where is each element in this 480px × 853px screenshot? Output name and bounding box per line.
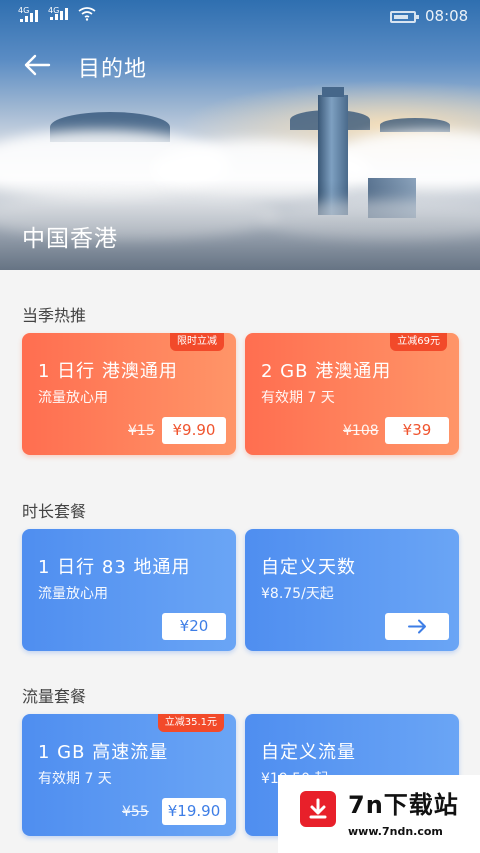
- section-title-season: 当季热推: [22, 306, 87, 325]
- destination-name: 中国香港: [22, 226, 118, 252]
- download-icon: [300, 791, 336, 827]
- discount-badge: 限时立减: [170, 333, 224, 351]
- original-price: ¥108: [343, 423, 379, 439]
- package-title: 自定义天数: [261, 557, 356, 578]
- battery-icon: [390, 11, 419, 23]
- package-card[interactable]: 限时立减 1 日行 港澳通用 流量放心用 ¥15 ¥9.90: [22, 333, 236, 455]
- package-title: 2 GB 港澳通用: [261, 361, 392, 382]
- package-card[interactable]: 立减35.1元 1 GB 高速流量 有效期 7 天 ¥55 ¥19.90: [22, 714, 236, 836]
- price-button[interactable]: ¥20: [162, 613, 226, 640]
- status-bar: 4G 4G 08:08: [0, 0, 480, 32]
- back-arrow-icon[interactable]: [22, 50, 52, 80]
- package-subtitle: 流量放心用: [38, 586, 108, 602]
- clock: 08:08: [425, 7, 469, 25]
- original-price: ¥15: [128, 423, 155, 439]
- discount-badge: 立减69元: [390, 333, 447, 351]
- watermark-name: 7n下载站: [348, 791, 459, 819]
- page-title: 目的地: [78, 57, 148, 82]
- package-subtitle: 有效期 7 天: [38, 771, 112, 787]
- signal-icon: 4G: [18, 6, 38, 22]
- package-title: 1 日行 港澳通用: [38, 361, 178, 382]
- package-title: 1 GB 高速流量: [38, 742, 169, 763]
- arrow-right-icon: [408, 619, 426, 634]
- wifi-icon: [78, 7, 96, 21]
- package-title: 自定义流量: [261, 742, 356, 763]
- site-watermark: 7n下载站 www.7ndn.com: [278, 775, 480, 853]
- section-title-data: 流量套餐: [22, 687, 87, 706]
- discount-badge: 立减35.1元: [157, 714, 224, 732]
- next-button[interactable]: [385, 613, 449, 640]
- package-card[interactable]: 自定义天数 ¥8.75/天起: [245, 529, 459, 651]
- price-button[interactable]: ¥19.90: [162, 798, 226, 825]
- original-price: ¥55: [122, 804, 149, 820]
- watermark-url: www.7ndn.com: [348, 825, 443, 838]
- hero-banner: 4G 4G 08:08 目的地 中国香港: [0, 0, 480, 270]
- package-subtitle: 流量放心用: [38, 390, 108, 406]
- package-subtitle: ¥8.75/天起: [261, 586, 334, 602]
- package-card[interactable]: 1 日行 83 地通用 流量放心用 ¥20: [22, 529, 236, 651]
- section-title-duration: 时长套餐: [22, 502, 87, 521]
- signal-icon: 4G: [48, 6, 68, 20]
- package-title: 1 日行 83 地通用: [38, 557, 191, 578]
- price-button[interactable]: ¥39: [385, 417, 449, 444]
- package-subtitle: 有效期 7 天: [261, 390, 335, 406]
- price-button[interactable]: ¥9.90: [162, 417, 226, 444]
- package-card[interactable]: 立减69元 2 GB 港澳通用 有效期 7 天 ¥108 ¥39: [245, 333, 459, 455]
